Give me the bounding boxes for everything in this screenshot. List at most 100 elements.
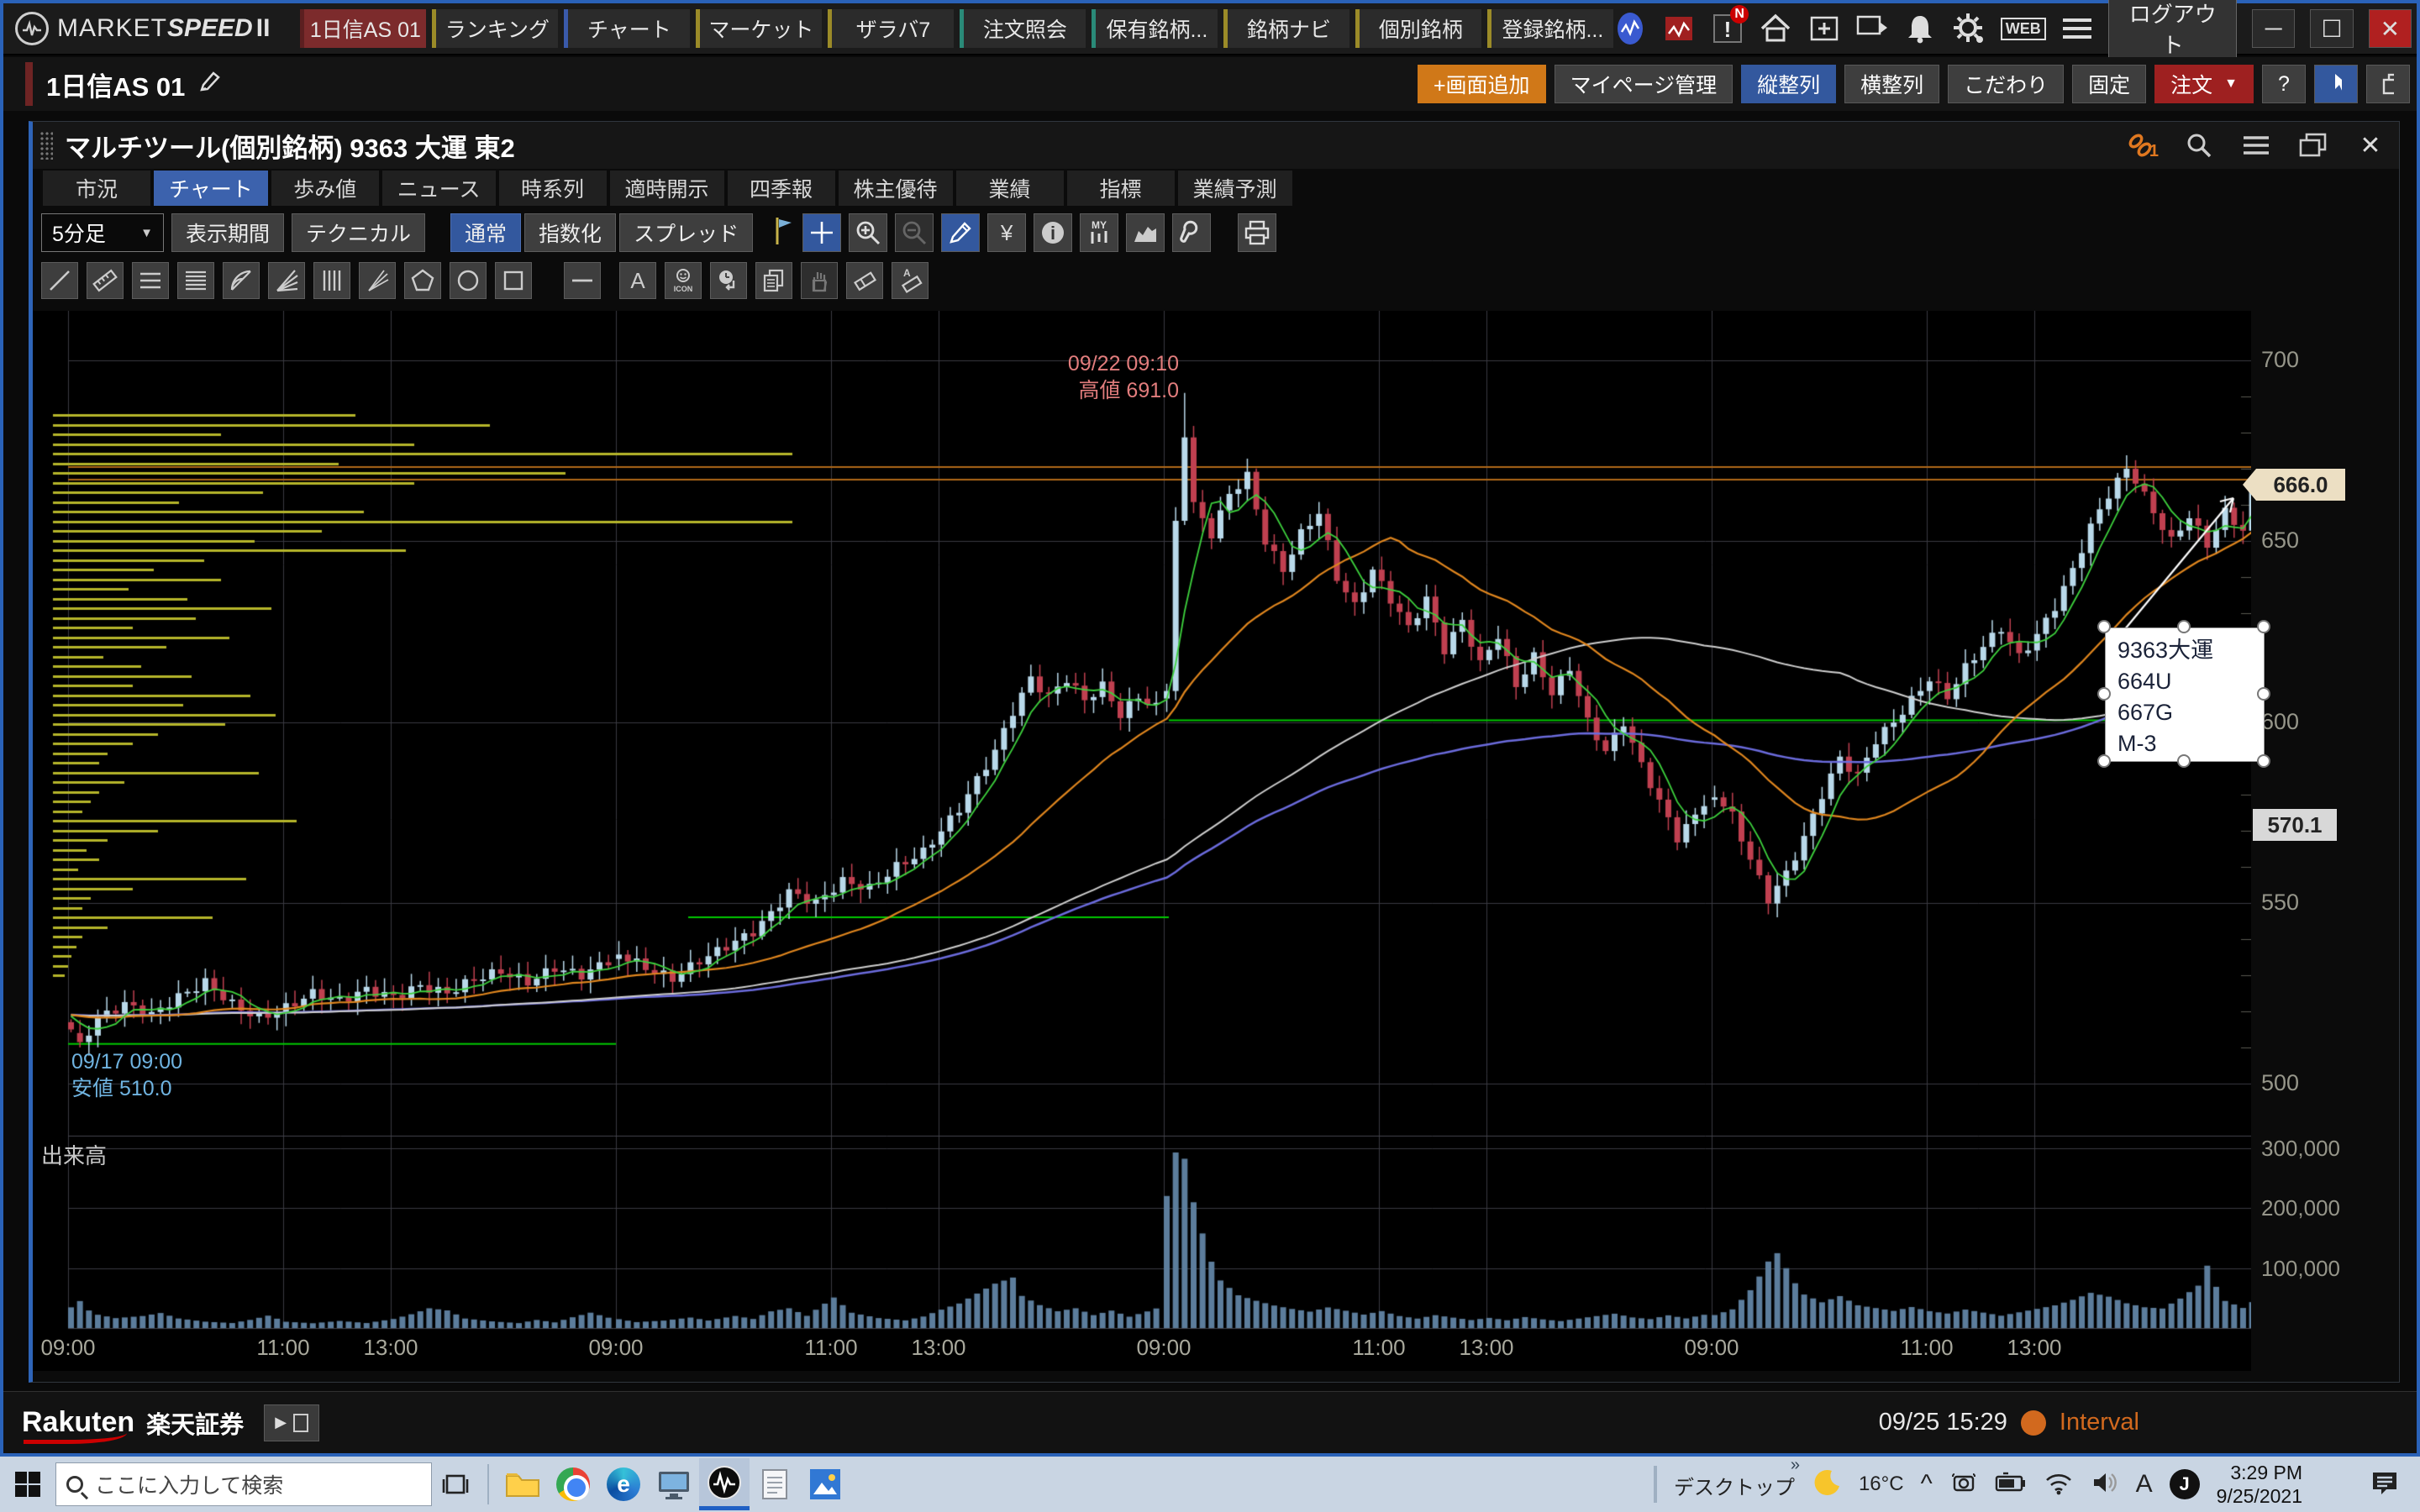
multitool-titlebar[interactable]: マルチツール(個別銘柄) 9363 大運 東2 1 ✕ — [33, 122, 2399, 169]
speaker-icon[interactable] — [2091, 1470, 2119, 1499]
trendline-icon[interactable] — [41, 262, 78, 299]
multitool-tab-4[interactable]: 時系列 — [499, 171, 607, 206]
page-button-0[interactable]: +画面追加 — [1418, 65, 1546, 103]
alert-icon[interactable]: ! N — [1711, 10, 1744, 47]
mode-button-2[interactable]: スプレッド — [619, 213, 753, 252]
drag-handle-icon[interactable] — [39, 131, 53, 160]
chrome-icon[interactable] — [548, 1458, 598, 1510]
note-handle-0[interactable] — [2097, 620, 2111, 633]
emoji-icon[interactable]: ICON — [665, 262, 702, 299]
close-button[interactable]: ✕ — [2369, 9, 2412, 48]
note-handle-1[interactable] — [2177, 620, 2191, 633]
web-link-icon[interactable]: WEB — [2001, 18, 2046, 40]
display-icon[interactable] — [1855, 10, 1889, 47]
page-button-5[interactable]: 固定 — [2072, 65, 2146, 103]
draw-pencil-icon[interactable] — [941, 213, 980, 252]
popout-layout-button[interactable] — [2366, 65, 2410, 103]
yen-icon[interactable]: ¥ — [987, 213, 1026, 252]
toolbar-button-1[interactable]: テクニカル — [292, 213, 425, 252]
multitool-tab-10[interactable]: 業績予測 — [1178, 171, 1292, 206]
chart-red-icon[interactable] — [1662, 10, 1696, 47]
temperature-label[interactable]: 16°C — [1859, 1473, 1904, 1496]
print-icon[interactable] — [1238, 213, 1276, 252]
close-window-icon[interactable]: ✕ — [2354, 129, 2387, 162]
page-button-3[interactable]: 横整列 — [1844, 65, 1939, 103]
camera-icon[interactable] — [1949, 1470, 1978, 1499]
zoom-out-icon[interactable] — [895, 213, 934, 252]
page-button-2[interactable]: 縦整列 — [1741, 65, 1836, 103]
time-arrow-icon[interactable] — [710, 262, 747, 299]
note-handle-7[interactable] — [2257, 754, 2270, 768]
mode-button-1[interactable]: 指数化 — [524, 213, 616, 252]
ime-icon[interactable]: J — [2170, 1469, 2200, 1499]
crosshair-icon[interactable] — [802, 213, 841, 252]
menu-tab-6[interactable]: 保有銘柄... — [1092, 9, 1218, 48]
speed-lines-icon[interactable] — [268, 262, 305, 299]
notepad-icon[interactable] — [750, 1458, 800, 1510]
multitool-tab-8[interactable]: 業績 — [956, 171, 1064, 206]
mode-button-0[interactable]: 通常 — [450, 213, 521, 252]
add-window-icon[interactable] — [1807, 10, 1840, 47]
file-explorer-icon[interactable] — [497, 1458, 548, 1510]
note-handle-4[interactable] — [2257, 687, 2270, 701]
zoom-in-icon[interactable] — [849, 213, 887, 252]
taskbar-clock[interactable]: 3:29 PM 9/25/2021 — [2217, 1461, 2302, 1508]
multitool-tab-1[interactable]: チャート — [154, 171, 268, 206]
hline-icon[interactable] — [564, 262, 601, 299]
chart-note-box[interactable]: 9363大運 664U 667G M-3 — [2105, 627, 2265, 762]
link-icon[interactable]: 1 — [2125, 129, 2159, 162]
maximize-button[interactable]: ☐ — [2310, 9, 2353, 48]
flag-icon[interactable] — [773, 214, 795, 252]
my-chart-icon[interactable]: MY — [1080, 213, 1118, 252]
window-menu-icon[interactable] — [2239, 129, 2273, 162]
menu-tab-3[interactable]: マーケット — [696, 9, 822, 48]
search-icon[interactable] — [2182, 129, 2216, 162]
chart-blue-icon[interactable] — [1613, 10, 1647, 47]
task-view-icon[interactable] — [432, 1458, 479, 1510]
multitool-tab-3[interactable]: ニュース — [382, 171, 496, 206]
marketspeed-taskbar-icon[interactable] — [699, 1458, 750, 1510]
note-handle-6[interactable] — [2177, 754, 2191, 768]
action-center-icon[interactable] — [2370, 1467, 2400, 1502]
hlines5-icon[interactable] — [177, 262, 214, 299]
gear-icon[interactable] — [1952, 10, 1986, 47]
info-icon[interactable]: i — [1034, 213, 1072, 252]
note-handle-5[interactable] — [2097, 754, 2111, 768]
multitool-tab-0[interactable]: 市況 — [43, 171, 150, 206]
text-icon[interactable]: A — [619, 262, 656, 299]
weather-moon-icon[interactable] — [1812, 1467, 1842, 1502]
price-volume-canvas[interactable] — [33, 311, 2251, 1371]
edit-pencil-icon[interactable] — [197, 70, 222, 99]
multitool-tab-6[interactable]: 四季報 — [728, 171, 835, 206]
menu-tab-8[interactable]: 個別銘柄 — [1355, 9, 1481, 48]
fan-arc-icon[interactable] — [223, 262, 260, 299]
multitool-tab-9[interactable]: 指標 — [1067, 171, 1175, 206]
menu-tab-1[interactable]: ランキング — [432, 9, 558, 48]
copy-icon[interactable] — [755, 262, 792, 299]
area-chart-icon[interactable] — [1126, 213, 1165, 252]
rect-icon[interactable] — [495, 262, 532, 299]
ruler-icon[interactable] — [87, 262, 124, 299]
multitool-tab-5[interactable]: 適時開示 — [610, 171, 724, 206]
wifi-icon[interactable] — [2044, 1470, 2074, 1499]
logout-button[interactable]: ログアウト — [2108, 0, 2237, 66]
page-button-7[interactable]: ? — [2262, 65, 2306, 103]
popout-icon[interactable] — [2296, 129, 2330, 162]
taskbar-search-input[interactable]: ここに入力して検索 — [55, 1462, 432, 1506]
chart-area[interactable]: 09/22 09:10 高値 691.0 09/17 09:00 安値 510.… — [33, 311, 2399, 1371]
period-select[interactable]: 5分足 ▼ — [41, 213, 164, 252]
ellipse-icon[interactable] — [450, 262, 487, 299]
eraser-text-icon[interactable]: A — [892, 262, 929, 299]
multitool-tab-7[interactable]: 株主優待 — [839, 171, 953, 206]
remote-desktop-icon[interactable] — [649, 1458, 699, 1510]
bell-icon[interactable] — [1904, 10, 1937, 47]
menu-tab-7[interactable]: 銘柄ナビ — [1223, 9, 1349, 48]
menu-tab-9[interactable]: 登録銘柄... — [1487, 9, 1613, 48]
hlines3-icon[interactable] — [132, 262, 169, 299]
overflow-chevrons[interactable]: » — [1791, 1456, 1800, 1475]
panel-toggle-button[interactable]: ▶ — [264, 1404, 319, 1441]
menu-tab-5[interactable]: 注文照会 — [960, 9, 1086, 48]
cursor-mode-button[interactable] — [2314, 65, 2358, 103]
photos-icon[interactable] — [800, 1458, 850, 1510]
edge-icon[interactable]: e — [598, 1458, 649, 1510]
